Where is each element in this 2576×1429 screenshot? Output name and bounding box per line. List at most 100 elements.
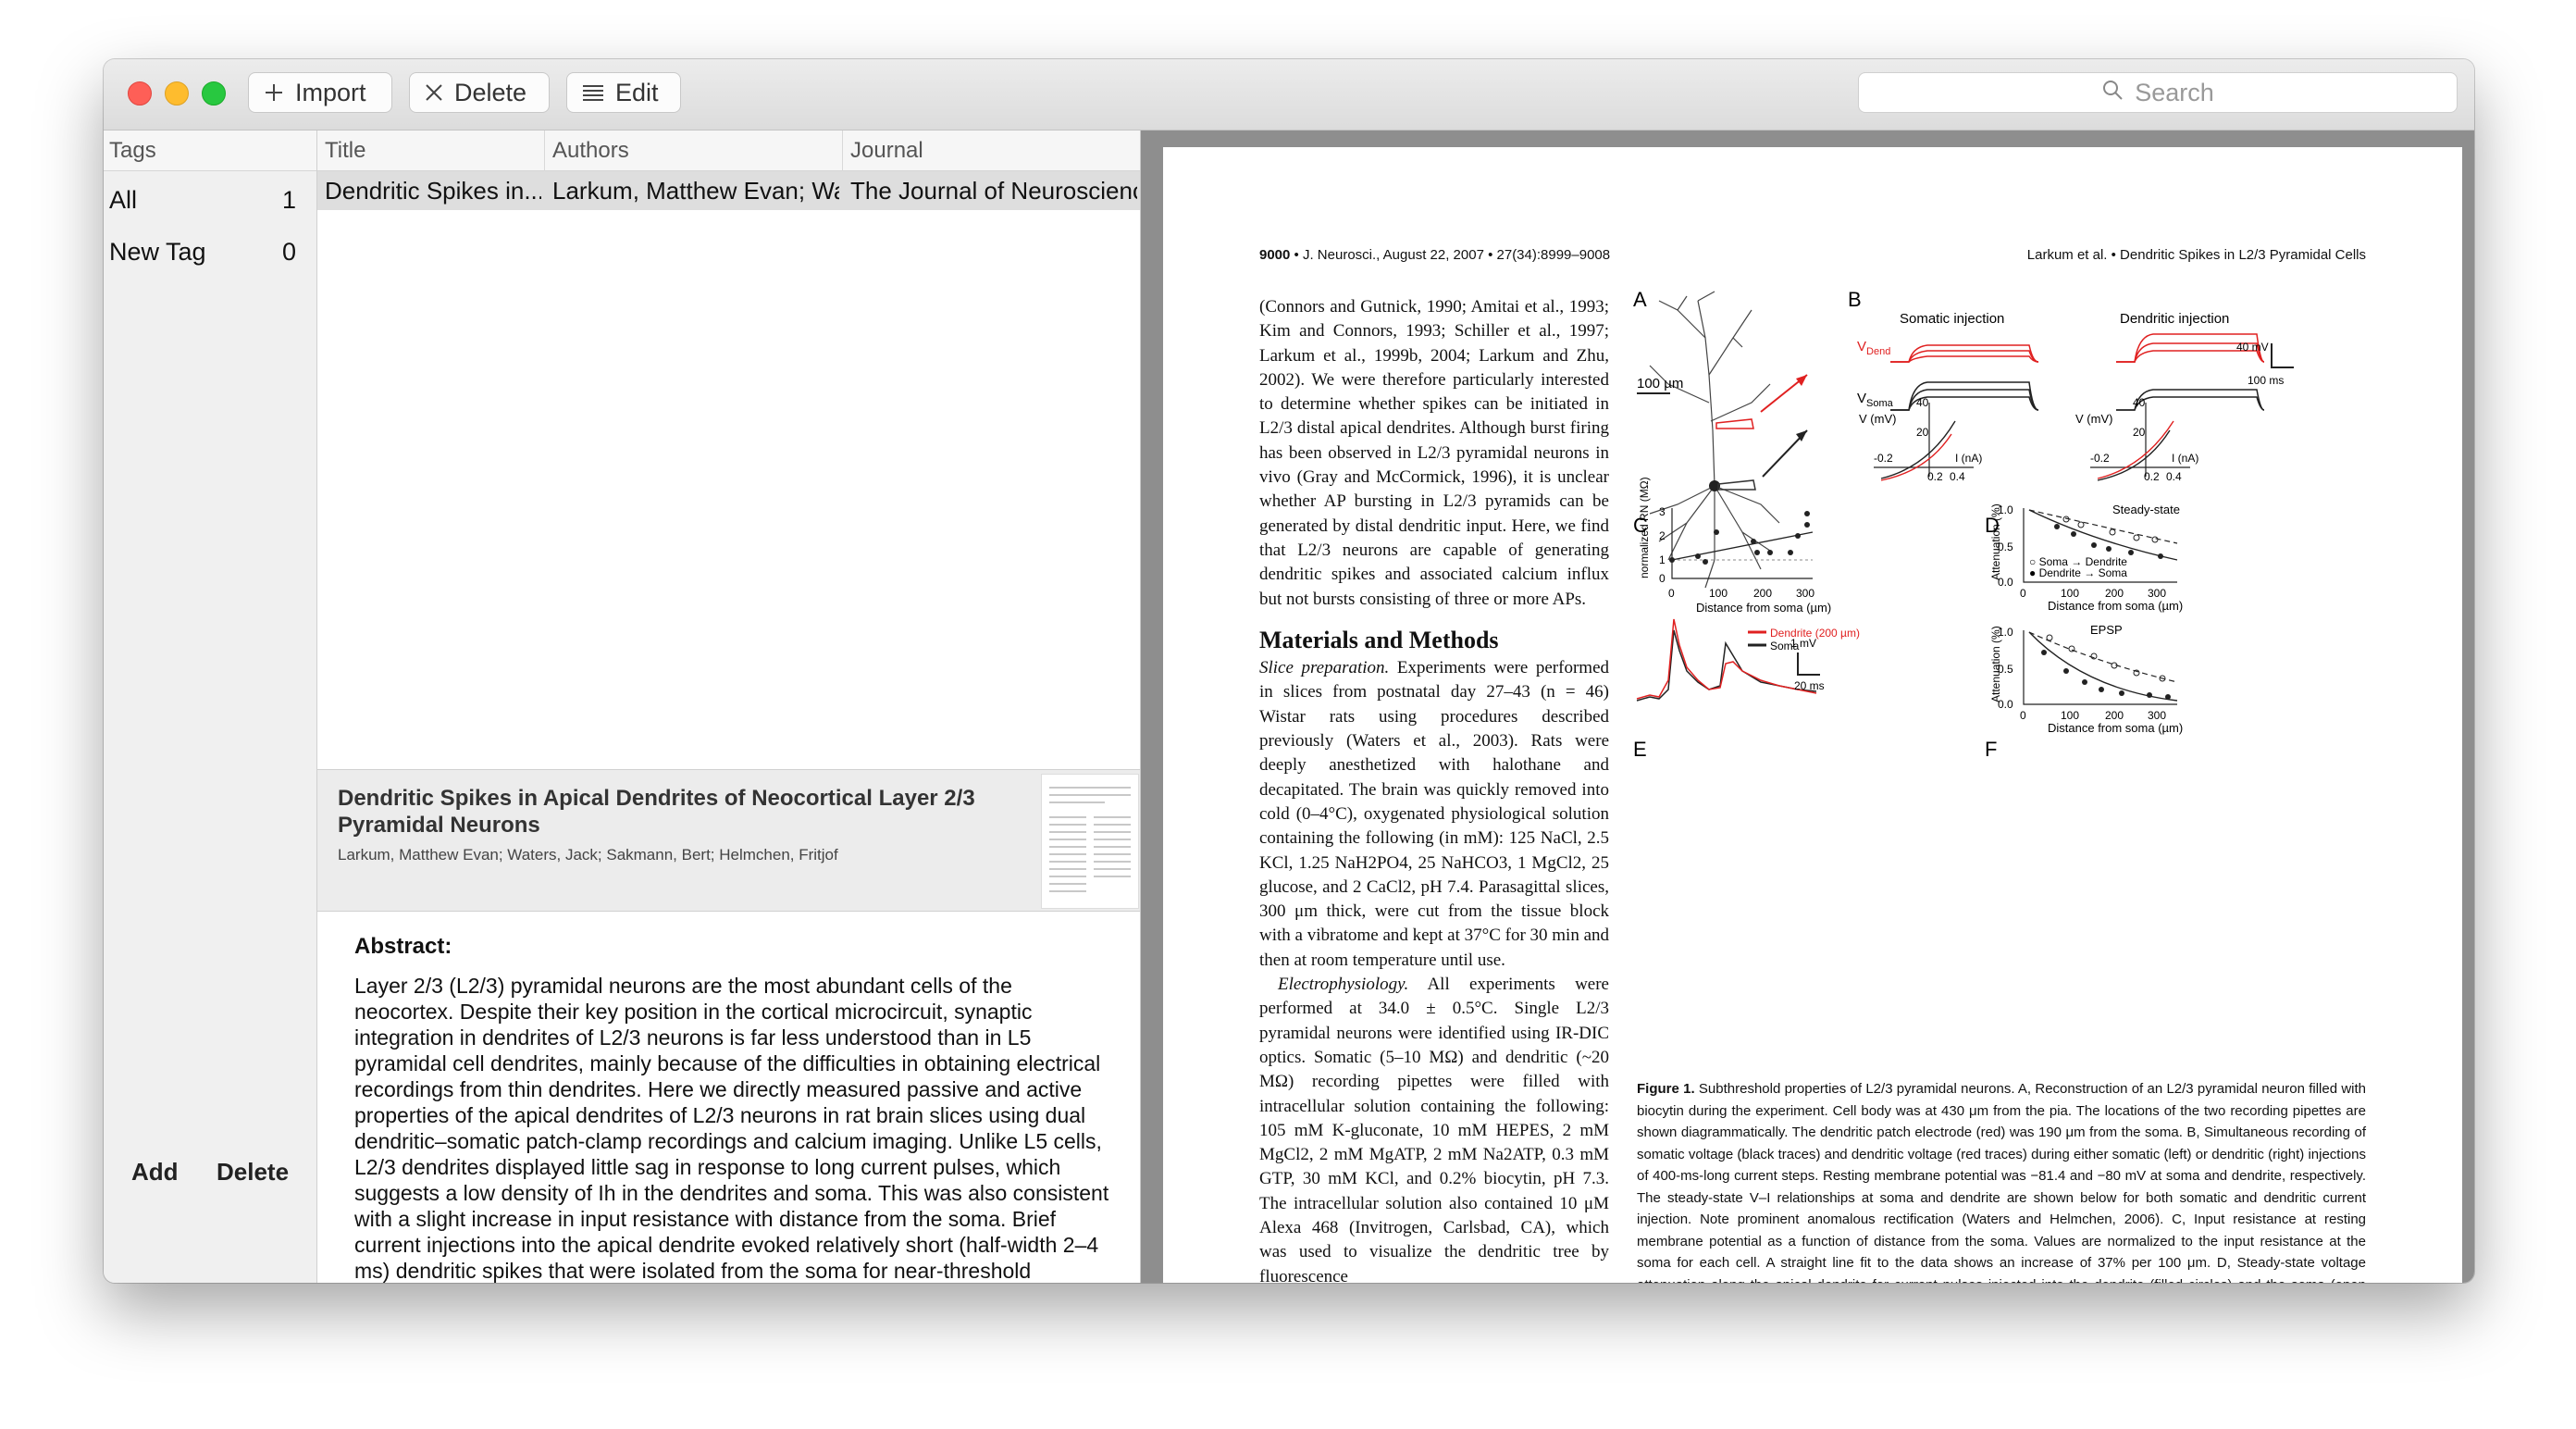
- f-xtick: 0: [2020, 709, 2026, 722]
- tags-header: Tags: [104, 130, 316, 171]
- c-xtick: 0: [1668, 587, 1675, 600]
- tag-item-new-tag[interactable]: New Tag 0: [104, 230, 316, 275]
- pdf-page-number: 9000: [1259, 247, 1291, 263]
- pdf-paragraph-lead: Slice preparation.: [1259, 658, 1390, 678]
- tag-label: All: [109, 186, 138, 214]
- f-xtick: 300: [2148, 709, 2166, 722]
- pdf-thumbnail[interactable]: [1041, 774, 1139, 909]
- vi-tick: 0.4: [2166, 470, 2182, 483]
- row-journal: The Journal of Neuroscience: [850, 177, 1137, 205]
- vi-tick: 0.2: [1927, 470, 1943, 483]
- app-window: Import Delete Edit Search Tags All 1 New…: [104, 59, 2474, 1283]
- list-icon: [582, 84, 604, 101]
- pdf-paragraph: Electrophysiology. All experiments were …: [1259, 973, 1609, 1283]
- delete-tag-button[interactable]: Delete: [217, 1158, 289, 1187]
- import-button[interactable]: Import: [248, 72, 392, 113]
- zoom-window-button[interactable]: [202, 81, 226, 106]
- column-header-journal[interactable]: Journal: [843, 130, 1140, 171]
- d-xtick: 300: [2148, 587, 2166, 600]
- pdf-paragraph-body: All experiments were performed at 34.0 ±…: [1259, 975, 1609, 1283]
- d-xlabel: Distance from soma (µm): [2048, 599, 2183, 613]
- panel-c-plot: 3 2 1 0 0 100 200 300 Distance from soma…: [1638, 477, 1831, 615]
- somatic-injection-traces: [1890, 344, 2039, 411]
- neuron-reconstruction: [1649, 291, 1780, 589]
- vi-tick: 40: [1916, 396, 1929, 409]
- figure-1: A B C D E F 100 µm Somatic injection Den…: [1633, 288, 2294, 761]
- vi-tick: 20: [2133, 426, 2146, 439]
- pdf-header-left: 9000 • J. Neurosci., August 22, 2007 • 2…: [1259, 247, 1610, 263]
- tag-label: New Tag: [109, 238, 206, 266]
- panel-label-b: B: [1848, 288, 1862, 311]
- c-tick: 1: [1659, 553, 1666, 566]
- column-header-title[interactable]: Title: [317, 130, 545, 171]
- plus-icon: [264, 82, 284, 103]
- minimize-window-button[interactable]: [165, 81, 189, 106]
- c-xlabel: Distance from soma (µm): [1696, 601, 1831, 615]
- c-xtick: 200: [1753, 587, 1772, 600]
- d-title: Steady-state: [2112, 503, 2180, 516]
- d-ylabel: Attenuation (%): [1989, 503, 2002, 580]
- add-tag-button[interactable]: Add: [131, 1158, 179, 1187]
- panel-d-plot: Steady-state 1.0 0.5 0.0 0 100 200 300 D…: [1989, 503, 2183, 613]
- pdf-paragraph: (Connors and Gutnick, 1990; Amitai et al…: [1259, 297, 1609, 609]
- dendritic-pipette: [1715, 374, 1808, 429]
- pdf-journal-line: • J. Neurosci., August 22, 2007 • 27(34)…: [1294, 247, 1611, 263]
- scale-label-40mv: 40 mV: [2236, 341, 2269, 354]
- details-header: Dendritic Spikes in Apical Dendrites of …: [317, 769, 1140, 912]
- scale-label-100ms: 100 ms: [2248, 374, 2284, 387]
- d-xtick: 200: [2105, 587, 2124, 600]
- tags-panel: Tags All 1 New Tag 0: [104, 130, 317, 1283]
- d-legend-dendrite-soma: ● Dendrite → Soma: [2029, 566, 2127, 579]
- vi-plot-dendritic: V (mV) 40 20 -0.2 0.2 0.4 I (nA): [2075, 396, 2198, 483]
- pdf-paragraph: Slice preparation. Experiments were perf…: [1259, 656, 1609, 973]
- column-header-authors[interactable]: Authors: [545, 130, 843, 171]
- scale-label-100um: 100 µm: [1637, 376, 1683, 391]
- pdf-page: 9000 • J. Neurosci., August 22, 2007 • 2…: [1163, 147, 2462, 1283]
- panel-label-a: A: [1633, 288, 1647, 311]
- vi-tick: 20: [1916, 426, 1929, 439]
- row-title: Dendritic Spikes in...: [325, 177, 541, 205]
- search-input[interactable]: Search: [1858, 72, 2458, 113]
- pdf-section-title: Materials and Methods: [1259, 626, 1499, 653]
- pdf-header-right: Larkum et al. • Dendritic Spikes in L2/3…: [2026, 247, 2366, 263]
- edit-label: Edit: [615, 78, 659, 106]
- vi-tick: 0.4: [1950, 470, 1965, 483]
- abstract-text: Layer 2/3 (L2/3) pyramidal neurons are t…: [354, 974, 1109, 1283]
- search-icon: [2101, 79, 2124, 107]
- vdend-label: VDend: [1857, 339, 1890, 357]
- close-window-button[interactable]: [128, 81, 152, 106]
- somatic-injection-label: Somatic injection: [1900, 311, 2004, 327]
- vi-xlabel: I (nA): [2172, 452, 2198, 465]
- delete-label: Delete: [454, 78, 527, 106]
- vi-tick: 0.2: [2144, 470, 2160, 483]
- library-panel: Title Authors Journal Dendritic Spikes i…: [317, 130, 1141, 1283]
- tag-count: 1: [281, 186, 296, 214]
- pdf-viewer[interactable]: 9000 • J. Neurosci., August 22, 2007 • 2…: [1141, 130, 2474, 1283]
- panel-label-f: F: [1985, 738, 1997, 761]
- tag-item-all[interactable]: All 1: [104, 179, 316, 223]
- abstract-heading: Abstract:: [354, 934, 452, 959]
- panel-label-e: E: [1633, 738, 1647, 761]
- c-ylabel: normalized RN (MΩ): [1638, 477, 1651, 578]
- figure-caption: Figure 1. Subthreshold properties of L2/…: [1637, 1078, 2366, 1283]
- edit-button[interactable]: Edit: [566, 72, 681, 113]
- c-xtick: 300: [1796, 587, 1814, 600]
- f-xtick: 100: [2061, 709, 2079, 722]
- d-xtick: 0: [2020, 587, 2026, 600]
- x-icon: [425, 83, 443, 102]
- figure-caption-body: Subthreshold properties of L2/3 pyramida…: [1637, 1081, 2367, 1283]
- table-row[interactable]: Dendritic Spikes in... Larkum, Matthew E…: [317, 171, 1140, 210]
- pdf-paragraph-lead: Electrophysiology.: [1278, 975, 1409, 995]
- somatic-pipette: [1717, 429, 1808, 491]
- vi-xlabel: I (nA): [1955, 452, 1982, 465]
- e-legend-soma: Soma: [1770, 640, 1800, 652]
- figure-caption-lead: Figure 1.: [1637, 1081, 1695, 1097]
- vi-ylabel: V (mV): [2075, 412, 2112, 426]
- f-ylabel: Attenuation (%): [1989, 626, 2002, 702]
- tag-count: 0: [281, 238, 296, 266]
- search-placeholder: Search: [2135, 78, 2214, 106]
- details-authors: Larkum, Matthew Evan; Waters, Jack; Sakm…: [338, 846, 838, 864]
- scale-bar-b: [2271, 343, 2294, 368]
- delete-button[interactable]: Delete: [409, 72, 550, 113]
- pdf-text-column: (Connors and Gutnick, 1990; Amitai et al…: [1259, 295, 1609, 1283]
